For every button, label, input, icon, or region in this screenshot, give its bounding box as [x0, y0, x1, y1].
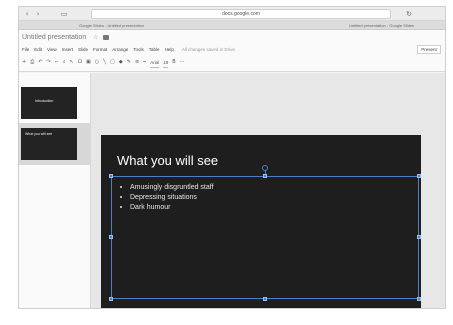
menu-bar: File Edit View Insert Slide Format Arran…: [22, 46, 235, 54]
resize-handle-left[interactable]: [109, 235, 113, 239]
line-icon[interactable]: ╲: [103, 58, 106, 67]
undo-icon[interactable]: ↶: [38, 58, 42, 67]
menu-table[interactable]: Table: [149, 46, 160, 54]
add-slide-icon[interactable]: +: [22, 58, 26, 67]
redo-icon[interactable]: ↷: [46, 58, 50, 67]
menu-help[interactable]: Help: [165, 46, 174, 54]
bullet-item[interactable]: Amusingly disgruntled staff: [120, 183, 214, 193]
reload-icon[interactable]: ↻: [404, 10, 414, 18]
comment-icon[interactable]: ▢: [110, 58, 115, 67]
slide-thumbnail-2[interactable]: What you will see: [21, 128, 77, 160]
fill-color-icon[interactable]: ◆: [119, 58, 123, 67]
bullet-item[interactable]: Depressing situations: [120, 193, 214, 203]
selected-textbox[interactable]: Amusingly disgruntled staff Depressing s…: [109, 165, 421, 301]
resize-handle-top[interactable]: [263, 174, 267, 178]
bullet-icon: [120, 206, 122, 209]
menu-format[interactable]: Format: [93, 46, 107, 54]
save-status: All changes saved in Drive: [181, 47, 235, 52]
resize-handle-top-right[interactable]: [417, 174, 421, 178]
star-icon[interactable]: ☆: [93, 34, 98, 41]
forward-icon[interactable]: ›: [33, 10, 43, 18]
border-color-icon[interactable]: ✎: [127, 58, 131, 67]
more-icon[interactable]: ⋯: [180, 58, 185, 67]
menu-slide[interactable]: Slide: [78, 46, 88, 54]
address-bar[interactable]: docs.google.com: [91, 9, 391, 19]
font-select[interactable]: Arial: [150, 58, 160, 68]
shape-icon[interactable]: ○: [95, 58, 99, 67]
rotate-handle[interactable]: [262, 165, 268, 171]
border-dash-icon[interactable]: ┅: [143, 58, 146, 67]
zoom-icon[interactable]: ⌕: [63, 58, 66, 67]
print-icon[interactable]: ⎙: [30, 58, 34, 67]
thumbnail-title: What you will see: [25, 132, 53, 136]
bold-icon[interactable]: B: [172, 58, 175, 67]
document-title[interactable]: Untitled presentation: [22, 34, 86, 41]
slide-title[interactable]: What you will see: [117, 153, 218, 168]
sidebar-toggle-icon[interactable]: ▭: [59, 10, 69, 18]
resize-handle-bottom[interactable]: [263, 297, 267, 301]
thumbnail-title: Introduction: [35, 99, 54, 103]
screen: ‹ › ▭ docs.google.com ↻ Google Slides - …: [18, 6, 446, 309]
paint-format-icon[interactable]: ⌐: [55, 58, 59, 67]
browser-tab[interactable]: Google Slides - Untitled presentation: [79, 22, 229, 29]
slides-header: Untitled presentation ☆ File Edit View I…: [19, 30, 445, 72]
formatting-toolbar: + ⎙ ↶ ↷ ⌐ ⌕ ↖ ⊡ ▣ ○ ╲ ▢ ◆ ✎ ≡ ┅ Arial 18…: [22, 58, 185, 68]
bullet-icon: [120, 186, 122, 189]
menu-edit[interactable]: Edit: [34, 46, 42, 54]
resize-handle-bottom-left[interactable]: [109, 297, 113, 301]
menu-file[interactable]: File: [22, 46, 29, 54]
bullet-list: Amusingly disgruntled staff Depressing s…: [120, 183, 214, 213]
font-size-select[interactable]: 18: [163, 58, 169, 68]
select-icon[interactable]: ↖: [70, 58, 74, 67]
menu-view[interactable]: View: [47, 46, 57, 54]
slide-thumbnail-1[interactable]: Introduction: [21, 87, 77, 119]
resize-handle-right[interactable]: [417, 235, 421, 239]
tab-strip: Google Slides - Untitled presentation Un…: [19, 21, 445, 30]
slide-canvas: What you will see Amusingly disgruntled …: [91, 73, 445, 308]
present-button[interactable]: Present: [417, 45, 441, 54]
bullet-text: Amusingly disgruntled staff: [130, 184, 214, 191]
back-icon[interactable]: ‹: [22, 10, 32, 18]
folder-icon[interactable]: [103, 35, 109, 40]
resize-handle-top-left[interactable]: [109, 174, 113, 178]
browser-tab[interactable]: Untitled presentation - Google Slides: [349, 22, 445, 29]
bullet-text: Depressing situations: [130, 194, 197, 201]
current-slide[interactable]: What you will see Amusingly disgruntled …: [101, 135, 421, 308]
menu-arrange[interactable]: Arrange: [112, 46, 128, 54]
bullet-icon: [120, 196, 122, 199]
textbox-icon[interactable]: ⊡: [78, 58, 82, 67]
browser-toolbar: ‹ › ▭ docs.google.com ↻: [19, 7, 445, 21]
resize-handle-bottom-right[interactable]: [417, 297, 421, 301]
image-icon[interactable]: ▣: [86, 58, 91, 67]
menu-tools[interactable]: Tools: [133, 46, 144, 54]
border-weight-icon[interactable]: ≡: [135, 58, 139, 67]
slide-filmstrip: 1 Introduction 2 What you will see: [19, 73, 91, 308]
menu-insert[interactable]: Insert: [62, 46, 73, 54]
bullet-item[interactable]: Dark humour: [120, 203, 214, 213]
bullet-text: Dark humour: [130, 204, 171, 211]
